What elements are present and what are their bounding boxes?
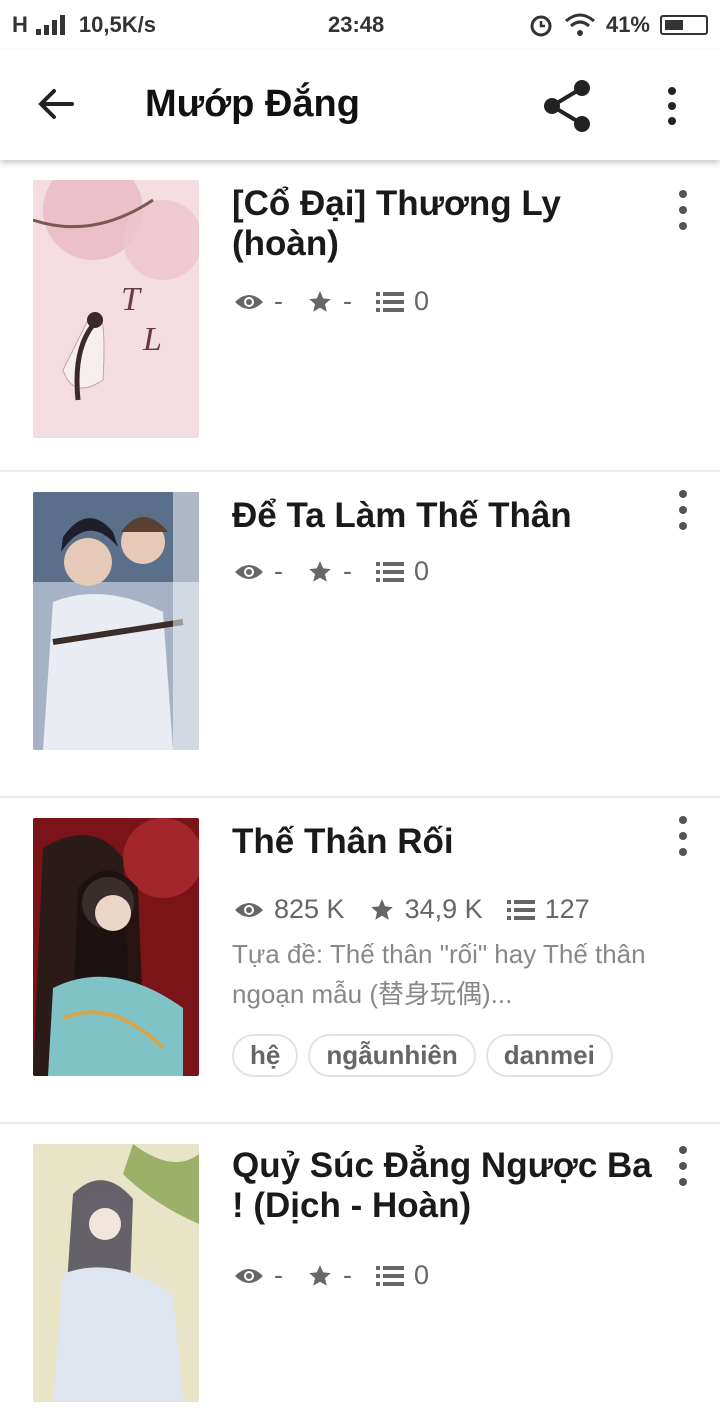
star-icon: [309, 560, 331, 582]
chapters-count: 0: [414, 1260, 430, 1290]
share-icon[interactable]: [540, 78, 596, 134]
signal-icon: [35, 15, 65, 35]
story-title[interactable]: Quỷ Súc Đẳng Ngược Ba ! (Dịch - Hoàn): [232, 1146, 652, 1226]
battery-level: 41%: [605, 12, 650, 37]
more-options-icon[interactable]: [668, 814, 698, 858]
story-tags: hệ ngẫunhiên danmei: [232, 1034, 613, 1077]
story-item[interactable]: Để Ta Làm Thế Thân - - 0: [0, 472, 720, 798]
network-type: H: [12, 12, 28, 37]
more-options-icon[interactable]: [654, 82, 690, 130]
story-stats: - - 0: [234, 556, 453, 587]
eye-icon: [235, 1268, 263, 1283]
votes-count: -: [343, 286, 352, 316]
votes-stat: -: [307, 286, 352, 317]
votes-stat: 34,9 K: [369, 894, 483, 925]
star-icon: [309, 1264, 331, 1286]
story-item[interactable]: T L [Cổ Đại] Thương Ly (hoàn) - - 0: [0, 160, 720, 472]
views-stat: -: [234, 1260, 283, 1291]
views-count: -: [274, 1260, 283, 1290]
status-bar: H 10,5K/s 23:48 41%: [0, 0, 720, 50]
eye-icon: [235, 294, 263, 309]
app-bar: Mướp Đắng: [0, 50, 720, 160]
votes-stat: -: [307, 556, 352, 587]
story-title[interactable]: Thế Thân Rối: [232, 822, 652, 862]
chapters-stat: 0: [376, 1260, 429, 1291]
status-left: H 10,5K/s: [12, 12, 156, 38]
views-count: -: [274, 286, 283, 316]
votes-stat: -: [307, 1260, 352, 1291]
back-arrow-icon[interactable]: [32, 80, 80, 128]
list-icon: [376, 291, 404, 312]
story-description: Tựa đề: Thế thân "rối" hay Thế thân ngoạ…: [232, 939, 646, 1009]
more-options-icon[interactable]: [668, 1144, 698, 1188]
chapters-stat: 127: [506, 894, 590, 925]
story-list: T L [Cổ Đại] Thương Ly (hoàn) - - 0 Để T…: [0, 160, 720, 1424]
story-stats: - - 0: [234, 1260, 453, 1291]
votes-count: -: [343, 556, 352, 586]
tag-chip[interactable]: danmei: [485, 1034, 613, 1077]
chapters-count: 0: [414, 286, 430, 316]
more-options-icon[interactable]: [668, 488, 698, 532]
battery-icon: [660, 15, 708, 35]
chapters-stat: 0: [376, 556, 429, 587]
eye-icon: [235, 564, 263, 579]
story-item[interactable]: Thế Thân Rối 825 K 34,9 K 127 Tựa đề: Th…: [0, 798, 720, 1124]
svg-text:L: L: [142, 321, 162, 358]
story-stats: - - 0: [234, 286, 453, 317]
chapters-count: 127: [544, 894, 590, 924]
tag-chip[interactable]: hệ: [232, 1034, 299, 1077]
story-stats: 825 K 34,9 K 127: [234, 894, 614, 925]
svg-text:T: T: [121, 281, 142, 318]
list-icon: [376, 1265, 404, 1286]
chapters-count: 0: [414, 556, 430, 586]
star-icon: [309, 290, 331, 312]
views-stat: -: [234, 556, 283, 587]
status-right: 41%: [528, 12, 708, 38]
star-icon: [370, 898, 393, 920]
clock: 23:48: [328, 12, 385, 37]
chapters-stat: 0: [376, 286, 429, 317]
more-options-icon[interactable]: [668, 188, 698, 232]
list-icon: [376, 561, 404, 582]
views-count: 825 K: [274, 894, 345, 924]
views-stat: 825 K: [234, 894, 345, 925]
views-stat: -: [234, 286, 283, 317]
tag-chip[interactable]: ngẫunhiên: [308, 1034, 476, 1077]
alarm-icon: [530, 15, 552, 37]
eye-icon: [235, 902, 263, 917]
views-count: -: [274, 556, 283, 586]
wifi-icon: [564, 13, 595, 36]
story-cover-image: [33, 1144, 199, 1402]
story-title[interactable]: Để Ta Làm Thế Thân: [232, 496, 652, 536]
story-cover-image: T L: [33, 180, 199, 438]
votes-count: 34,9 K: [404, 894, 483, 924]
story-title[interactable]: [Cổ Đại] Thương Ly (hoàn): [232, 184, 652, 264]
page-title: Mướp Đắng: [145, 83, 360, 125]
votes-count: -: [343, 1260, 352, 1290]
story-cover-image: [33, 818, 199, 1076]
network-speed: 10,5K/s: [78, 12, 156, 37]
list-icon: [506, 899, 535, 920]
story-cover-image: [33, 492, 199, 750]
story-item[interactable]: Quỷ Súc Đẳng Ngược Ba ! (Dịch - Hoàn) - …: [0, 1124, 720, 1424]
